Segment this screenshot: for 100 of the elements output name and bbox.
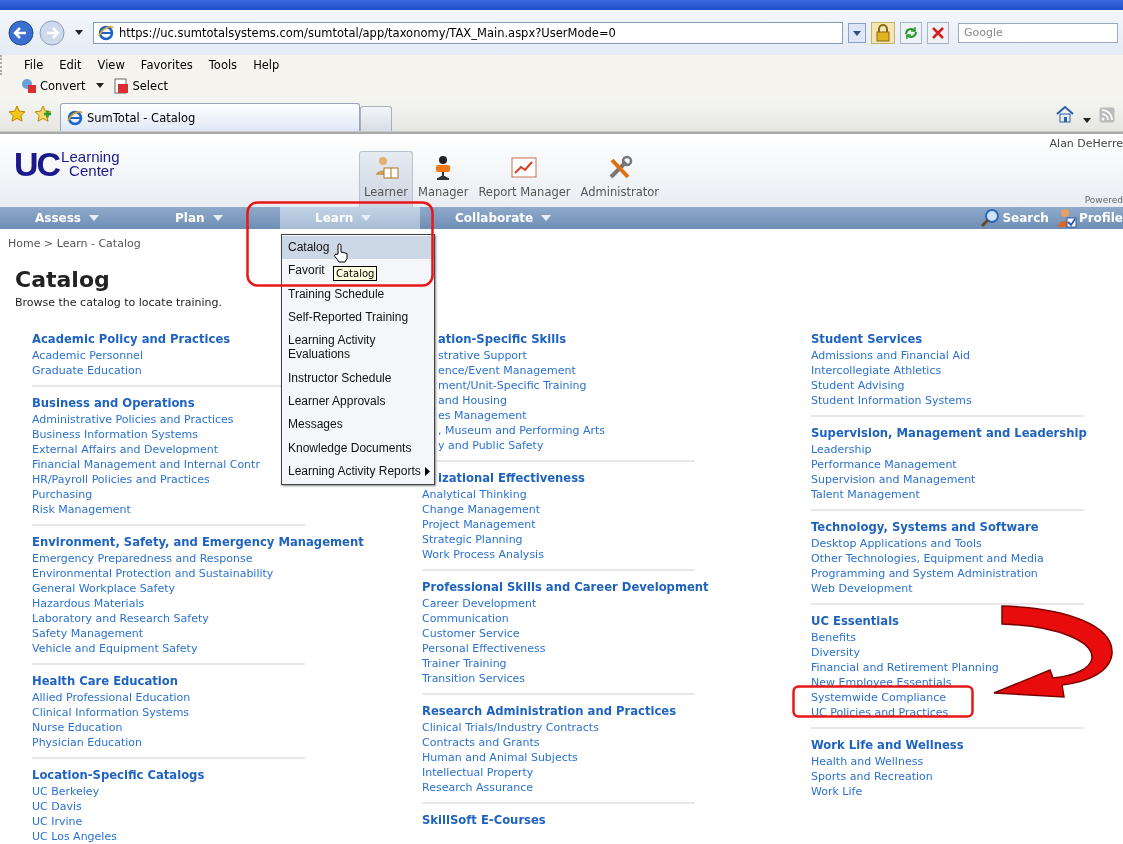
catalog-link[interactable]: Admissions and Financial Aid	[811, 348, 970, 363]
catalog-link[interactable]: Communication	[422, 611, 509, 626]
menu-item[interactable]: Knowledge Documents	[282, 436, 434, 460]
catalog-link[interactable]: Vehicle and Equipment Safety	[32, 641, 198, 656]
nav-tab[interactable]: Assess	[0, 207, 140, 229]
role-tab[interactable]: Report Manager	[473, 151, 576, 207]
catalog-link[interactable]: Allied Professional Education	[32, 690, 191, 705]
category-link[interactable]: SkillSoft E-Courses	[422, 811, 546, 829]
catalog-link[interactable]: Nurse Education	[32, 720, 123, 735]
catalog-link[interactable]: Financial and Retirement Planning	[811, 660, 999, 675]
catalog-link[interactable]: Supervision and Management	[811, 472, 976, 487]
catalog-link[interactable]: Work Process Analysis	[422, 547, 544, 562]
catalog-link[interactable]: Project Management	[422, 517, 536, 532]
menu-item[interactable]: Favorites	[140, 58, 193, 72]
category-link[interactable]: Environment, Safety, and Emergency Management	[32, 533, 364, 551]
catalog-link[interactable]: Safety Management	[32, 626, 144, 641]
catalog-link[interactable]: Academic Personnel	[32, 348, 143, 363]
catalog-link[interactable]: Talent Management	[811, 487, 920, 502]
catalog-link[interactable]: UC Irvine	[32, 814, 83, 829]
category-link[interactable]: Work Life and Wellness	[811, 736, 964, 754]
menu-item[interactable]: Training Schedule	[282, 282, 434, 306]
catalog-link[interactable]: and Housing	[438, 393, 507, 408]
catalog-link[interactable]: Administrative Policies and Practices	[32, 412, 234, 427]
catalog-link[interactable]: Desktop Applications and Tools	[811, 536, 982, 551]
menu-item[interactable]: Learning Activity Evaluations	[282, 329, 434, 367]
category-link[interactable]: UC Essentials	[811, 612, 899, 630]
menu-item[interactable]: Instructor Schedule	[282, 366, 434, 391]
catalog-link[interactable]: Clinical Information Systems	[32, 705, 190, 720]
catalog-link[interactable]: Trainer Training	[422, 656, 507, 671]
catalog-link[interactable]: Intercollegiate Athletics	[811, 363, 942, 378]
catalog-link[interactable]: Sports and Recreation	[811, 769, 933, 784]
stop-icon[interactable]	[927, 21, 949, 44]
category-link[interactable]: izational Effectiveness	[438, 469, 586, 487]
back-button[interactable]	[8, 19, 34, 46]
catalog-link[interactable]: y and Public Safety	[438, 438, 544, 453]
menu-item[interactable]: Learning Activity Reports	[282, 459, 434, 484]
catalog-link[interactable]: Laboratory and Research Safety	[32, 611, 209, 626]
forward-button[interactable]	[39, 19, 65, 46]
nav-tab[interactable]: Collaborate	[420, 207, 560, 229]
caret-icon[interactable]	[1083, 118, 1091, 123]
catalog-link[interactable]: UC Davis	[32, 799, 82, 814]
catalog-link[interactable]: Career Development	[422, 596, 537, 611]
catalog-link[interactable]: Leadership	[811, 442, 872, 457]
role-tab[interactable]: Administrator	[575, 151, 664, 207]
home-icon[interactable]	[1055, 105, 1075, 123]
catalog-link[interactable]: es Management	[438, 408, 527, 423]
catalog-link[interactable]: Diversity	[811, 645, 860, 660]
caret-icon[interactable]	[75, 30, 83, 35]
catalog-link[interactable]: Analytical Thinking	[422, 487, 527, 502]
star-icon[interactable]	[8, 105, 26, 123]
search-link[interactable]: Search	[972, 207, 1049, 229]
refresh-icon[interactable]	[900, 21, 922, 44]
catalog-link[interactable]: Clinical Trials/Industry Contracts	[422, 720, 599, 735]
menu-item[interactable]: Self-Reported Training	[282, 305, 434, 330]
catalog-link[interactable]: Work Life	[811, 784, 863, 799]
catalog-link[interactable]: Customer Service	[422, 626, 520, 641]
catalog-link[interactable]: UC Los Angeles	[32, 829, 117, 844]
category-link[interactable]: Supervision, Management and Leadership	[811, 424, 1087, 442]
add-star-icon[interactable]	[34, 105, 52, 123]
category-link[interactable]: Business and Operations	[32, 394, 195, 412]
catalog-link[interactable]: Business Information Systems	[32, 427, 198, 442]
menu-item[interactable]: Edit	[59, 58, 82, 72]
catalog-link[interactable]: Environmental Protection and Sustainability	[32, 566, 274, 581]
catalog-link[interactable]: Human and Animal Subjects	[422, 750, 578, 765]
category-link[interactable]: Technology, Systems and Software	[811, 518, 1039, 536]
dropdown-button[interactable]	[848, 22, 866, 43]
catalog-link[interactable]: Risk Management	[32, 502, 131, 517]
catalog-link[interactable]: Change Management	[422, 502, 541, 517]
catalog-link[interactable]: Research Assurance	[422, 780, 533, 795]
catalog-link[interactable]: Graduate Education	[32, 363, 142, 378]
catalog-link[interactable]: Emergency Preparedness and Response	[32, 551, 253, 566]
menu-item[interactable]: Messages	[282, 413, 434, 437]
catalog-link[interactable]: Other Technologies, Equipment and Media	[811, 551, 1044, 566]
category-link[interactable]: Student Services	[811, 330, 923, 348]
catalog-link[interactable]: General Workplace Safety	[32, 581, 175, 596]
catalog-link[interactable]: Strategic Planning	[422, 532, 523, 547]
catalog-link[interactable]: Web Development	[811, 581, 913, 596]
menu-item[interactable]: Help	[253, 58, 280, 72]
catalog-link[interactable]: , Museum and Performing Arts	[438, 423, 606, 438]
profile-link[interactable]: Profile	[1048, 207, 1123, 229]
catalog-link[interactable]: Hazardous Materials	[32, 596, 145, 611]
category-link[interactable]: Research Administration and Practices	[422, 702, 677, 720]
menu-item[interactable]: View	[97, 58, 125, 72]
catalog-link[interactable]: Student Advising	[811, 378, 905, 393]
catalog-link[interactable]: HR/Payroll Policies and Practices	[32, 472, 210, 487]
category-link[interactable]: Academic Policy and Practices	[32, 330, 231, 348]
select-button[interactable]: Select	[110, 77, 171, 94]
role-tab[interactable]: Learner	[359, 151, 413, 207]
menu-item[interactable]: File	[24, 58, 44, 72]
category-link[interactable]: Health Care Education	[32, 672, 179, 690]
address-field[interactable]: https://uc.sumtotalsystems.com/sumtotal/app/taxonomy/TAX_Main.aspx?UserMode=0	[93, 21, 843, 44]
menu-item[interactable]: Catalog	[282, 236, 434, 260]
catalog-link[interactable]: External Affairs and Development	[32, 442, 219, 457]
catalog-link[interactable]: ment/Unit-Specific Training	[438, 378, 587, 393]
catalog-link[interactable]: Student Information Systems	[811, 393, 972, 408]
catalog-link[interactable]: Performance Management	[811, 457, 957, 472]
catalog-link[interactable]: Physician Education	[32, 735, 142, 750]
catalog-link[interactable]: UC Berkeley	[32, 784, 100, 799]
catalog-link[interactable]: Transition Services	[422, 671, 526, 686]
browser-tab[interactable]: SumTotal - Catalog	[60, 103, 360, 131]
